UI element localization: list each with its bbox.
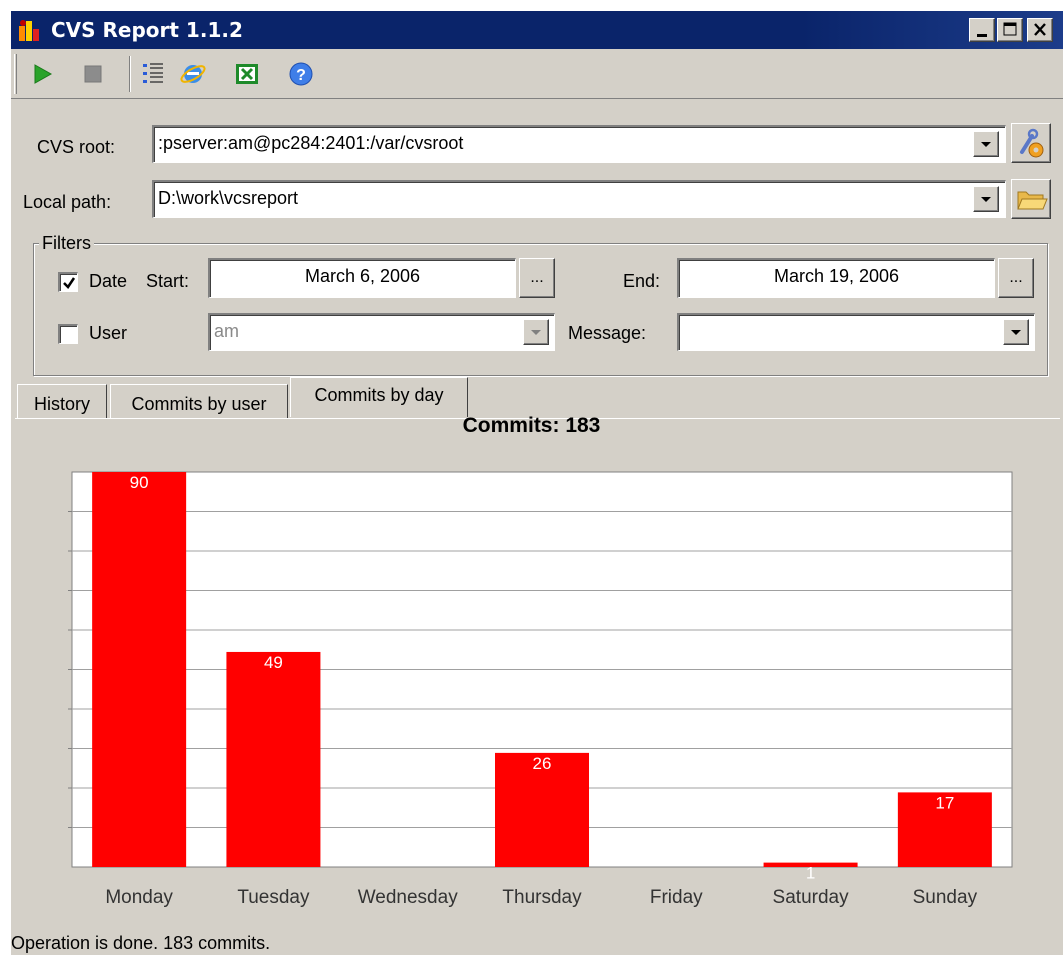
x-tick-label-monday: Monday [105,887,173,908]
bar-tuesday [226,651,321,867]
x-tick-label-saturday: Saturday [773,887,850,908]
data-label-tuesday: 49 [264,653,283,672]
bar-monday [92,472,187,867]
x-tick-label-wednesday: Wednesday [358,887,458,908]
commits-by-day-chart: 90 Monday 49 Tuesday Wednesday 26 Thursday Frid… [68,471,1013,908]
x-tick-label-friday: Friday [650,887,703,908]
x-tick-label-sunday: Sunday [913,887,978,908]
data-label-saturday: 1 [806,864,815,883]
data-label-thursday: 26 [533,754,552,773]
tab-commits-by-day-label: Commits by day [314,385,444,405]
tab-commits-by-day[interactable]: Commits by day [290,377,468,417]
x-tick-label-tuesday: Tuesday [237,887,310,908]
data-label-monday: 90 [130,473,149,492]
x-tick-label-thursday: Thursday [502,887,582,908]
data-label-sunday: 17 [935,793,954,812]
